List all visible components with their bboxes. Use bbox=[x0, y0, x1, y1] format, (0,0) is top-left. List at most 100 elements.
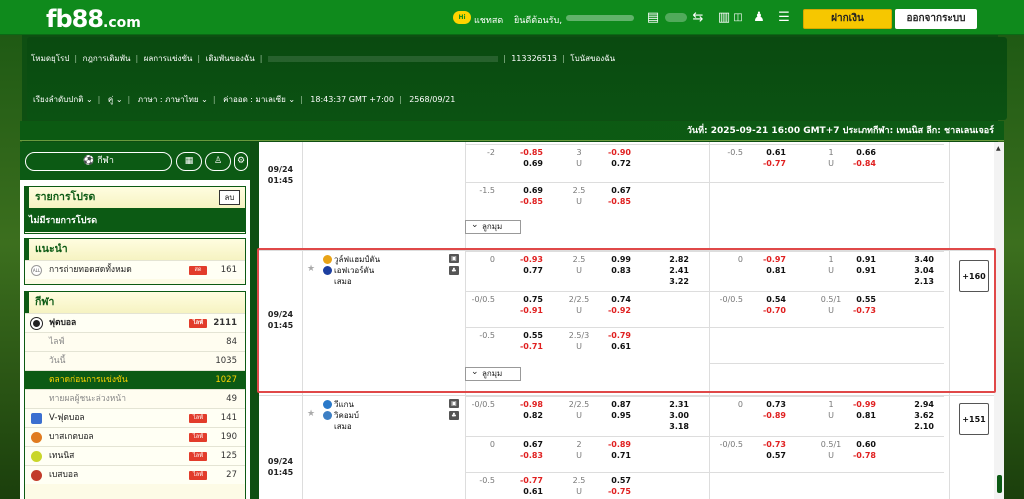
odds-over[interactable]: 0.67 bbox=[589, 185, 631, 196]
football-sub-today[interactable]: วันนี้ 1035 bbox=[25, 351, 245, 370]
odds-under-1h[interactable]: 0.91 bbox=[834, 265, 876, 276]
pair-select[interactable]: คู่ ⌄ bbox=[108, 95, 123, 104]
sport-item-basketball[interactable]: บาสเกตบอล ไลฟ์ 190 bbox=[25, 427, 245, 446]
odds-1x2-away-1h[interactable]: 3.62 bbox=[894, 410, 934, 421]
odds-1x2-draw-1h[interactable]: 2.10 bbox=[894, 421, 934, 432]
favorite-star-icon[interactable]: ★ bbox=[307, 409, 315, 419]
odds-over-1h[interactable]: 0.60 bbox=[834, 439, 876, 450]
odds-home[interactable]: -0.93 bbox=[497, 254, 543, 265]
site-logo[interactable]: fb88.com bbox=[46, 5, 141, 33]
odds-home[interactable]: -0.77 bbox=[497, 475, 543, 486]
odds-home[interactable]: 0.75 bbox=[497, 294, 543, 305]
odds-away-1h[interactable]: -0.89 bbox=[744, 410, 786, 421]
live-chat-link[interactable]: แชทสด bbox=[474, 13, 503, 27]
live-all-row[interactable]: ALL การถ่ายทอดสดทั้งหมด สด 161 bbox=[25, 260, 245, 279]
lineup-icon[interactable]: ♣ bbox=[449, 411, 459, 420]
odds-home-1h[interactable]: -0.97 bbox=[744, 254, 786, 265]
odds-1x2-home-1h[interactable]: 2.94 bbox=[894, 399, 934, 410]
odds-over[interactable]: 0.74 bbox=[589, 294, 631, 305]
odds-1x2-draw[interactable]: 3.22 bbox=[651, 276, 689, 287]
football-sub-live[interactable]: ไลฟ์ 84 bbox=[25, 332, 245, 351]
stats-icon[interactable]: ▣ bbox=[449, 254, 459, 263]
odds-under-1h[interactable]: -0.73 bbox=[834, 305, 876, 316]
more-markets-button[interactable]: +151 bbox=[959, 403, 989, 435]
odds-type-select[interactable]: ค่าออด : มาเลเซีย ⌄ bbox=[223, 95, 295, 104]
scroll-thumb[interactable] bbox=[997, 475, 1002, 493]
odds-over-1h[interactable]: 0.66 bbox=[834, 147, 876, 158]
odds-home[interactable]: 0.55 bbox=[497, 330, 543, 341]
calendar-icon[interactable]: ▦ bbox=[176, 152, 202, 171]
user-icon[interactable]: ♙ bbox=[205, 152, 231, 171]
odds-home-1h[interactable]: -0.73 bbox=[744, 439, 786, 450]
language-select[interactable]: ภาษา : ภาษาไทย ⌄ bbox=[138, 95, 208, 104]
corners-more-button[interactable]: ลูกมุม bbox=[465, 366, 521, 381]
scroll-up-icon[interactable]: ▲ bbox=[996, 145, 1001, 152]
sport-item-football[interactable]: ฟุตบอล ไลฟ์ 2111 bbox=[25, 313, 245, 332]
delete-favorites-button[interactable]: ลบ bbox=[219, 190, 240, 205]
odds-over[interactable]: 0.99 bbox=[589, 254, 631, 265]
odds-home[interactable]: 0.69 bbox=[497, 185, 543, 196]
sport-item-vfootball[interactable]: V-ฟุตบอล ไลฟ์ 141 bbox=[25, 408, 245, 427]
sports-button[interactable]: ⚽ กีฬา bbox=[25, 152, 172, 171]
favorite-star-icon[interactable]: ★ bbox=[307, 264, 315, 274]
odds-over-1h[interactable]: 0.91 bbox=[834, 254, 876, 265]
odds-away[interactable]: -0.71 bbox=[497, 341, 543, 352]
odds-away-1h[interactable]: -0.70 bbox=[744, 305, 786, 316]
odds-over[interactable]: -0.89 bbox=[589, 439, 631, 450]
odds-away[interactable]: 0.82 bbox=[497, 410, 543, 421]
odds-1x2-home-1h[interactable]: 3.40 bbox=[894, 254, 934, 265]
odds-home[interactable]: 0.67 bbox=[497, 439, 543, 450]
settings-icon[interactable]: ⚙ bbox=[234, 152, 248, 171]
odds-1x2-draw-1h[interactable]: 2.13 bbox=[894, 276, 934, 287]
odds-under[interactable]: 0.95 bbox=[589, 410, 631, 421]
nav-link-my-bonus[interactable]: โบนัสของฉัน bbox=[570, 54, 615, 63]
odds-over-1h[interactable]: 0.55 bbox=[834, 294, 876, 305]
odds-away[interactable]: 0.61 bbox=[497, 486, 543, 497]
nav-link-rules[interactable]: กฎการเดิมพัน bbox=[83, 54, 131, 63]
odds-under[interactable]: 0.83 bbox=[589, 265, 631, 276]
more-markets-button[interactable]: +160 bbox=[959, 260, 989, 292]
odds-under[interactable]: 0.72 bbox=[589, 158, 631, 169]
odds-away[interactable]: -0.83 bbox=[497, 450, 543, 461]
odds-home-1h[interactable]: 0.73 bbox=[744, 399, 786, 410]
logout-button[interactable]: ออกจากระบบ bbox=[895, 9, 977, 29]
odds-over[interactable]: 0.87 bbox=[589, 399, 631, 410]
odds-under[interactable]: 0.71 bbox=[589, 450, 631, 461]
odds-under-1h[interactable]: -0.84 bbox=[834, 158, 876, 169]
odds-under[interactable]: -0.85 bbox=[589, 196, 631, 207]
odds-over-1h[interactable]: -0.99 bbox=[834, 399, 876, 410]
vip-icon[interactable]: ◫ bbox=[727, 10, 749, 26]
odds-under-1h[interactable]: -0.78 bbox=[834, 450, 876, 461]
odds-over[interactable]: -0.79 bbox=[589, 330, 631, 341]
lineup-icon[interactable]: ♣ bbox=[449, 266, 459, 275]
odds-under-1h[interactable]: 0.81 bbox=[834, 410, 876, 421]
odds-away-1h[interactable]: -0.77 bbox=[744, 158, 786, 169]
odds-under[interactable]: 0.61 bbox=[589, 341, 631, 352]
sport-item-tennis[interactable]: เทนนิส ไลฟ์ 125 bbox=[25, 446, 245, 465]
odds-1x2-home[interactable]: 2.82 bbox=[651, 254, 689, 265]
chat-icon[interactable]: Hi bbox=[453, 11, 471, 24]
nav-link-results[interactable]: ผลการแข่งขัน bbox=[144, 54, 193, 63]
sort-order-select[interactable]: เรียงลำดับปกติ ⌄ bbox=[33, 95, 93, 104]
wallet-icon[interactable]: ▤ bbox=[645, 10, 661, 26]
odds-under[interactable]: -0.92 bbox=[589, 305, 631, 316]
sport-item-baseball[interactable]: เบสบอล ไลฟ์ 27 bbox=[25, 465, 245, 484]
odds-away[interactable]: 0.69 bbox=[497, 158, 543, 169]
odds-away[interactable]: 0.77 bbox=[497, 265, 543, 276]
odds-1x2-home[interactable]: 2.31 bbox=[651, 399, 689, 410]
football-sub-outright[interactable]: ทายผลผู้ชนะล่วงหน้า 49 bbox=[25, 389, 245, 408]
stats-icon[interactable]: ▣ bbox=[449, 399, 459, 408]
odds-home[interactable]: -0.85 bbox=[497, 147, 543, 158]
deposit-button[interactable]: ฝากเงิน bbox=[803, 9, 892, 29]
transfer-icon[interactable]: ⇆ bbox=[690, 10, 706, 26]
odds-under[interactable]: -0.75 bbox=[589, 486, 631, 497]
odds-away[interactable]: -0.85 bbox=[497, 196, 543, 207]
list-icon[interactable]: ☰ bbox=[776, 10, 792, 26]
odds-home[interactable]: -0.98 bbox=[497, 399, 543, 410]
profile-icon[interactable]: ♟ bbox=[751, 10, 767, 26]
odds-1x2-away[interactable]: 2.41 bbox=[651, 265, 689, 276]
odds-home-1h[interactable]: 0.61 bbox=[744, 147, 786, 158]
odds-away-1h[interactable]: 0.81 bbox=[744, 265, 786, 276]
corners-more-button[interactable]: ลูกมุม bbox=[465, 219, 521, 234]
football-sub-early-market[interactable]: ตลาดก่อนการแข่งขัน 1027 bbox=[25, 370, 245, 389]
